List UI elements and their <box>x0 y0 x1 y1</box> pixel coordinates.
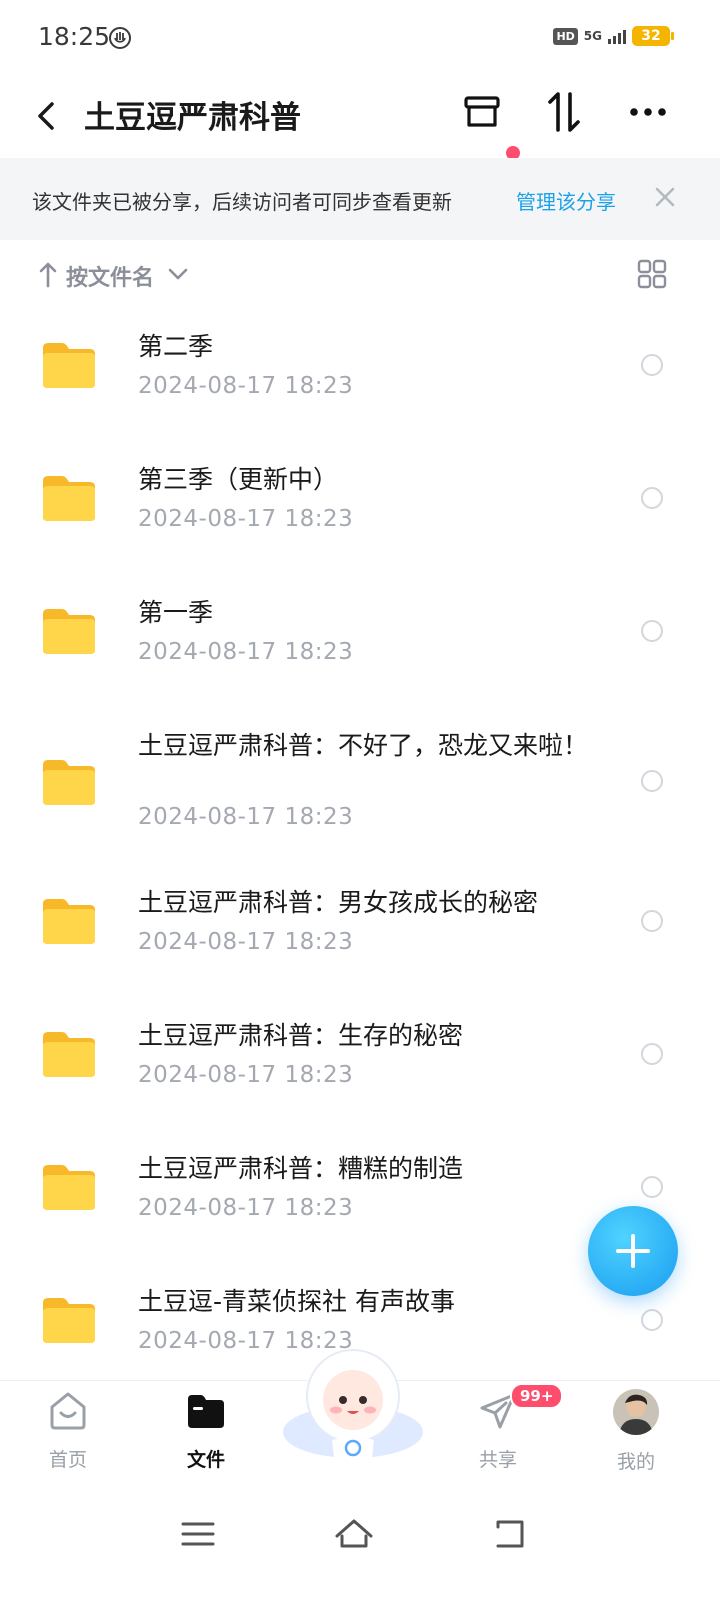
nav-mine-label: 我的 <box>616 1451 655 1473</box>
nav-share[interactable]: 99+ 共享 <box>448 1383 564 1472</box>
home-system-icon[interactable] <box>332 1512 376 1556</box>
file-name: 第一季 <box>138 598 214 627</box>
nav-files-label: 文件 <box>186 1449 225 1471</box>
nav-home-label: 首页 <box>48 1449 87 1471</box>
select-checkbox[interactable] <box>641 1176 663 1198</box>
list-item[interactable]: 土豆逗严肃科普：生存的秘密 2024-08-17 18:23 <box>0 1005 720 1135</box>
back-icon[interactable] <box>30 94 66 138</box>
signal-icon <box>608 28 626 44</box>
page-title: 土豆逗严肃科普 <box>84 100 301 136</box>
file-date: 2024-08-17 18:23 <box>138 804 354 830</box>
mascot-icon[interactable] <box>280 1340 426 1462</box>
nav-share-label: 共享 <box>478 1449 517 1471</box>
file-name: 土豆逗严肃科普：不好了，恐龙又来啦！ <box>138 731 589 760</box>
list-item[interactable]: 第三季（更新中） 2024-08-17 18:23 <box>0 449 720 579</box>
file-name: 第三季（更新中） <box>138 465 339 494</box>
file-date: 2024-08-17 18:23 <box>138 929 354 955</box>
sort-by-name-dropdown[interactable]: 按文件名 <box>66 260 154 292</box>
file-date: 2024-08-17 18:23 <box>138 1195 354 1221</box>
file-name: 土豆逗严肃科普：生存的秘密 <box>138 1021 464 1050</box>
back-system-icon[interactable] <box>488 1512 532 1556</box>
status-indicators: HD 5G 32 <box>553 26 674 46</box>
sort-button[interactable] <box>540 88 588 136</box>
list-item[interactable]: 第一季 2024-08-17 18:23 <box>0 582 720 712</box>
select-checkbox[interactable] <box>641 910 663 932</box>
close-icon[interactable] <box>652 184 678 210</box>
select-checkbox[interactable] <box>641 1309 663 1331</box>
file-date: 2024-08-17 18:23 <box>138 373 354 399</box>
nav-files[interactable]: 文件 <box>156 1389 256 1472</box>
share-banner-text: 该文件夹已被分享，后续访问者可同步查看更新 <box>32 190 452 214</box>
folder-icon <box>43 476 95 521</box>
list-item[interactable]: 第二季 2024-08-17 18:23 <box>0 316 720 446</box>
select-checkbox[interactable] <box>641 1043 663 1065</box>
list-item[interactable]: 土豆逗严肃科普：男女孩成长的秘密 2024-08-17 18:23 <box>0 872 720 1002</box>
list-item[interactable]: 土豆逗严肃科普：不好了，恐龙又来啦！ 2024-08-17 18:23 <box>0 715 720 875</box>
app-header: 土豆逗严肃科普 <box>0 76 720 160</box>
file-name: 土豆逗严肃科普：男女孩成长的秘密 <box>138 888 539 917</box>
chevron-down-icon[interactable] <box>166 262 190 286</box>
share-count-badge: 99+ <box>510 1383 564 1409</box>
file-date: 2024-08-17 18:23 <box>138 639 354 665</box>
file-name: 第二季 <box>138 332 214 361</box>
more-dots-icon <box>630 108 666 116</box>
file-date: 2024-08-17 18:23 <box>138 1062 354 1088</box>
arrow-up-icon <box>39 262 57 288</box>
nav-home[interactable]: 首页 <box>18 1389 118 1472</box>
sort-row: 按文件名 <box>0 248 720 304</box>
more-button[interactable] <box>624 88 672 136</box>
folder-icon <box>43 899 95 944</box>
do-not-disturb-icon <box>109 27 131 49</box>
file-date: 2024-08-17 18:23 <box>138 506 354 532</box>
nav-mine[interactable]: 我的 <box>586 1389 686 1474</box>
grid-view-icon[interactable] <box>636 258 668 290</box>
manage-share-link[interactable]: 管理该分享 <box>516 186 616 215</box>
sort-arrows-icon <box>548 92 580 132</box>
menu-icon[interactable] <box>176 1512 220 1556</box>
select-checkbox[interactable] <box>641 354 663 376</box>
network-type: 5G <box>583 29 602 43</box>
status-time: 18:25 <box>38 22 111 51</box>
home-icon <box>50 1392 86 1430</box>
status-bar: 18:25 HD 5G 32 <box>0 0 720 76</box>
select-checkbox[interactable] <box>641 620 663 642</box>
box-icon <box>464 96 500 127</box>
folder-icon <box>43 760 95 805</box>
folder-nav-icon <box>188 1395 224 1428</box>
file-name: 土豆逗严肃科普：糟糕的制造 <box>138 1154 464 1183</box>
avatar <box>613 1389 659 1435</box>
folder-icon <box>43 609 95 654</box>
transfer-box-button[interactable] <box>458 88 506 136</box>
add-button[interactable] <box>588 1206 678 1296</box>
select-checkbox[interactable] <box>641 770 663 792</box>
plus-icon <box>616 1234 650 1268</box>
share-banner: 该文件夹已被分享，后续访问者可同步查看更新 管理该分享 <box>0 158 720 240</box>
folder-icon <box>43 1032 95 1077</box>
system-nav-bar <box>0 1490 720 1600</box>
battery-icon: 32 <box>632 26 674 46</box>
folder-icon <box>43 1165 95 1210</box>
file-name: 土豆逗-青菜侦探社 有声故事 <box>138 1287 455 1316</box>
folder-icon <box>43 343 95 388</box>
folder-icon <box>43 1298 95 1343</box>
hd-badge: HD <box>553 27 578 45</box>
battery-level: 32 <box>641 28 661 44</box>
select-checkbox[interactable] <box>641 487 663 509</box>
